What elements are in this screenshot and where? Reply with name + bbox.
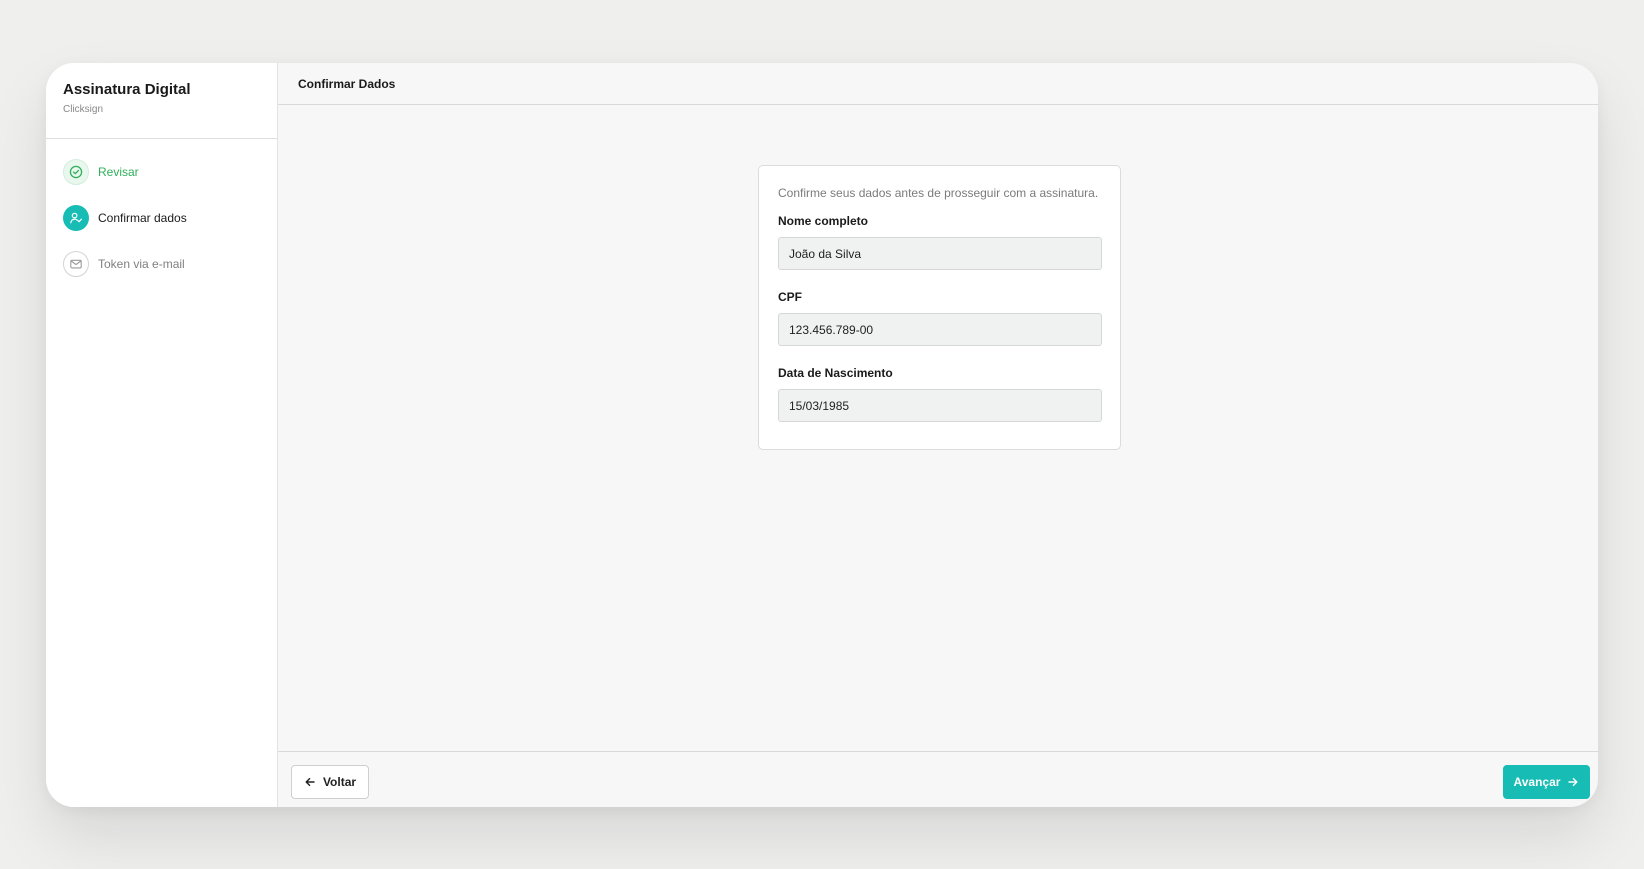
step-revisar[interactable]: Revisar <box>63 159 277 185</box>
cpf-label: CPF <box>778 290 802 304</box>
card-intro-text: Confirme seus dados antes de prosseguir … <box>778 186 1099 200</box>
birth-date-label: Data de Nascimento <box>778 366 893 380</box>
full-name-label: Nome completo <box>778 214 869 228</box>
user-check-icon <box>63 205 89 231</box>
app-subtitle: Clicksign <box>63 104 104 115</box>
step-label: Confirmar dados <box>98 211 187 225</box>
footer-bar: Voltar Avançar <box>278 751 1598 807</box>
next-button[interactable]: Avançar <box>1503 765 1590 799</box>
page-title: Confirmar Dados <box>278 63 1598 105</box>
mail-icon <box>63 251 89 277</box>
step-label: Revisar <box>98 165 139 179</box>
step-list: Revisar Confirmar dados Token via e-mail <box>46 139 277 277</box>
check-circle-icon <box>63 159 89 185</box>
app-title: Assinatura Digital <box>63 81 191 98</box>
next-button-label: Avançar <box>1513 775 1561 789</box>
arrow-left-icon <box>304 776 316 788</box>
main-panel: Confirmar Dados Confirme seus dados ante… <box>278 63 1598 807</box>
brand-header: Assinatura Digital Clicksign <box>46 63 277 139</box>
confirm-data-card: Confirme seus dados antes de prosseguir … <box>758 165 1121 450</box>
step-token-email[interactable]: Token via e-mail <box>63 251 277 277</box>
step-confirmar-dados[interactable]: Confirmar dados <box>63 205 277 231</box>
arrow-right-icon <box>1567 776 1579 788</box>
birth-date-field[interactable] <box>778 389 1102 422</box>
cpf-field[interactable] <box>778 313 1102 346</box>
back-button-label: Voltar <box>322 775 357 789</box>
step-label: Token via e-mail <box>98 257 185 271</box>
app-window: Assinatura Digital Clicksign Revisar Con… <box>46 63 1598 807</box>
full-name-field[interactable] <box>778 237 1102 270</box>
back-button[interactable]: Voltar <box>291 765 369 799</box>
sidebar: Assinatura Digital Clicksign Revisar Con… <box>46 63 278 807</box>
